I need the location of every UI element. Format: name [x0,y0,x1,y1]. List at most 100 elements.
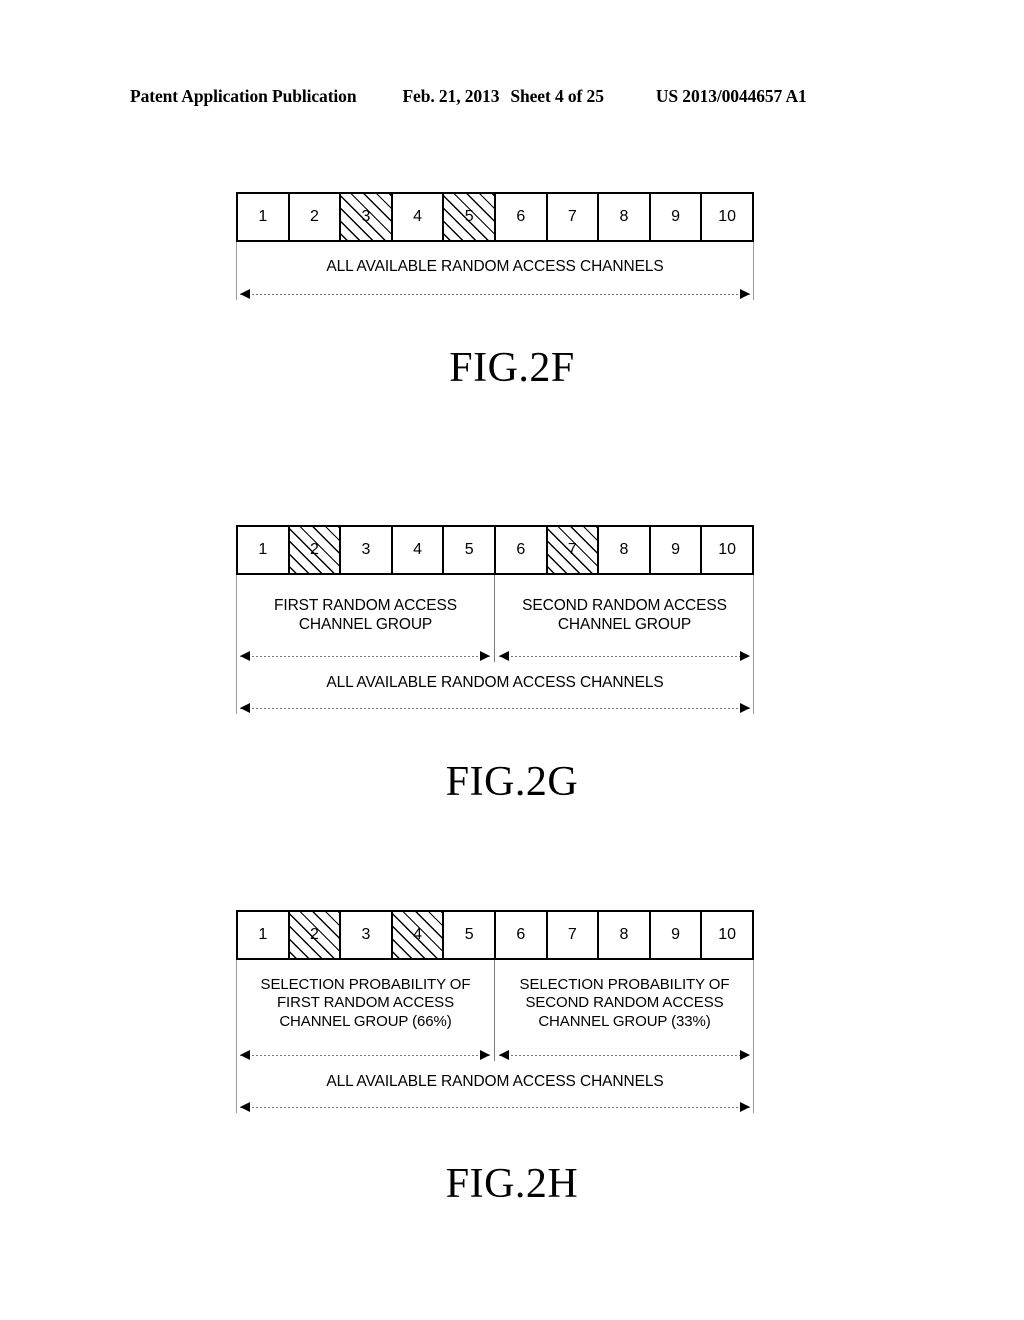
channel-cell-5: 5 [444,527,496,573]
arrowhead-left-icon [499,1050,509,1060]
group-labels-2g: FIRST RANDOM ACCESS CHANNEL GROUP SECOND… [236,575,754,635]
dimension-zone-2h: ALL AVAILABLE RANDOM ACCESS CHANNELS [236,1061,754,1113]
channel-cell-1: 1 [238,194,290,240]
channel-cell-10: 10 [702,912,752,958]
overall-dimension-arrow-2h [240,1102,750,1112]
channel-cell-10: 10 [702,527,752,573]
channel-cell-7: 7 [547,194,600,240]
group-label-text: SELECTION PROBABILITY OF FIRST RANDOM AC… [260,976,471,1030]
channel-cell-9: 9 [650,527,703,573]
arrowhead-left-icon [240,703,250,713]
group-label-second-2h: SELECTION PROBABILITY OF SECOND RANDOM A… [495,976,754,1031]
channel-number-label: 3 [361,208,371,225]
group-dimension-arrow-second-2h [499,1050,750,1060]
channel-cell-3: 3 [341,912,393,958]
arrowhead-left-icon [240,651,250,661]
dimension-line [240,1054,490,1056]
channel-cell-2: 2 [289,912,342,958]
channel-number-label: 10 [718,926,737,943]
dimension-zone-2g: ALL AVAILABLE RANDOM ACCESS CHANNELS [236,662,754,714]
channel-number-label: 7 [567,926,577,943]
dimension-line [499,655,750,657]
extension-line-right [753,1061,754,1113]
channel-number-label: 5 [464,926,474,943]
channel-number-label: 8 [619,541,629,558]
channel-number-label: 1 [258,926,268,943]
channel-number-label: 10 [718,208,737,225]
arrowhead-right-icon [740,1050,750,1060]
figure-caption-2h: FIG.2H [445,1161,579,1207]
extension-line-right [753,662,754,714]
figure-2h: 1 2 3 4 5 6 7 8 9 10 SELECTION PROBABILITY OF FIR… [236,910,754,1113]
channel-number-label: 8 [619,208,629,225]
channel-number-label: 1 [258,541,268,558]
channel-strip-2g: 1 2 3 4 5 6 7 8 9 10 [236,525,754,575]
group-dimension-arrow-first-2h [240,1050,490,1060]
header-publication-text: Patent Application Publication [130,86,357,106]
extension-line-left [236,662,237,714]
overall-label-2g: ALL AVAILABLE RANDOM ACCESS CHANNELS [326,674,664,691]
channel-number-label: 3 [361,541,371,558]
extension-line-left [236,1061,237,1113]
channel-number-label: 9 [671,208,680,225]
channel-cell-4: 4 [392,527,445,573]
group-dimension-arrow-second-2g [499,651,750,661]
channel-number-label: 8 [619,926,629,943]
extension-line-right [753,242,754,300]
arrowhead-left-icon [240,289,250,299]
dimension-line [499,1054,750,1056]
channel-cell-6: 6 [495,912,548,958]
channel-number-label: 6 [516,541,526,558]
dimension-line [240,1106,750,1108]
figure-caption-2g: FIG.2G [445,759,579,805]
group-label-second-2g: SECOND RANDOM ACCESS CHANNEL GROUP [495,597,754,635]
overall-dimension-arrow-2g [240,703,750,713]
channel-number-label: 10 [718,541,737,558]
channel-number-label: 4 [413,208,423,225]
figure-2g: 1 2 3 4 5 6 7 8 9 10 FIRST RANDOM ACCESS CHANNEL … [236,525,754,714]
channel-cell-4: 4 [392,194,445,240]
figure-caption-2f: FIG.2F [449,345,575,391]
channel-number-label: 7 [567,208,577,225]
channel-number-label: 5 [464,208,474,225]
arrowhead-right-icon [480,1050,490,1060]
channel-number-label: 5 [464,541,474,558]
channel-number-label: 3 [361,926,371,943]
channel-number-label: 9 [671,926,680,943]
group-dimension-arrow-first-2g [240,651,490,661]
dimension-line [240,655,490,657]
channel-number-label: 2 [309,208,319,225]
arrowhead-right-icon [480,651,490,661]
channel-number-label: 4 [413,926,423,943]
group-label-text: SELECTION PROBABILITY OF SECOND RANDOM A… [519,976,730,1030]
overall-label-2h: ALL AVAILABLE RANDOM ACCESS CHANNELS [326,1073,664,1090]
channel-cell-2: 2 [289,527,342,573]
arrowhead-right-icon [740,651,750,661]
channel-strip-2f: 1 2 3 4 5 6 7 8 9 10 [236,192,754,242]
channel-cell-3: 3 [341,194,393,240]
channel-cell-5: 5 [444,194,496,240]
dimension-line [240,707,750,709]
page-header: Patent Application Publication Feb. 21, … [130,86,882,107]
group-label-text: SECOND RANDOM ACCESS CHANNEL GROUP [522,597,727,633]
arrowhead-right-icon [740,1102,750,1112]
group-labels-2h: SELECTION PROBABILITY OF FIRST RANDOM AC… [236,960,754,1031]
channel-number-label: 6 [516,926,526,943]
channel-cell-1: 1 [238,912,290,958]
extension-line-left [236,242,237,300]
group-label-first-2g: FIRST RANDOM ACCESS CHANNEL GROUP [236,597,495,635]
channel-cell-8: 8 [599,527,651,573]
channel-number-label: 4 [413,541,423,558]
channel-cell-4: 4 [392,912,445,958]
arrowhead-right-icon [740,289,750,299]
arrowhead-right-icon [740,703,750,713]
header-publication-number: US 2013/0044657 A1 [655,86,807,106]
channel-cell-9: 9 [650,912,703,958]
channel-cell-8: 8 [599,912,651,958]
arrowhead-left-icon [499,651,509,661]
channel-cell-5: 5 [444,912,496,958]
overall-dimension-arrow-2f [240,289,750,299]
channel-cell-7: 7 [547,912,600,958]
dimension-zone-2f: ALL AVAILABLE RANDOM ACCESS CHANNELS [236,242,754,300]
channel-number-label: 6 [516,208,526,225]
